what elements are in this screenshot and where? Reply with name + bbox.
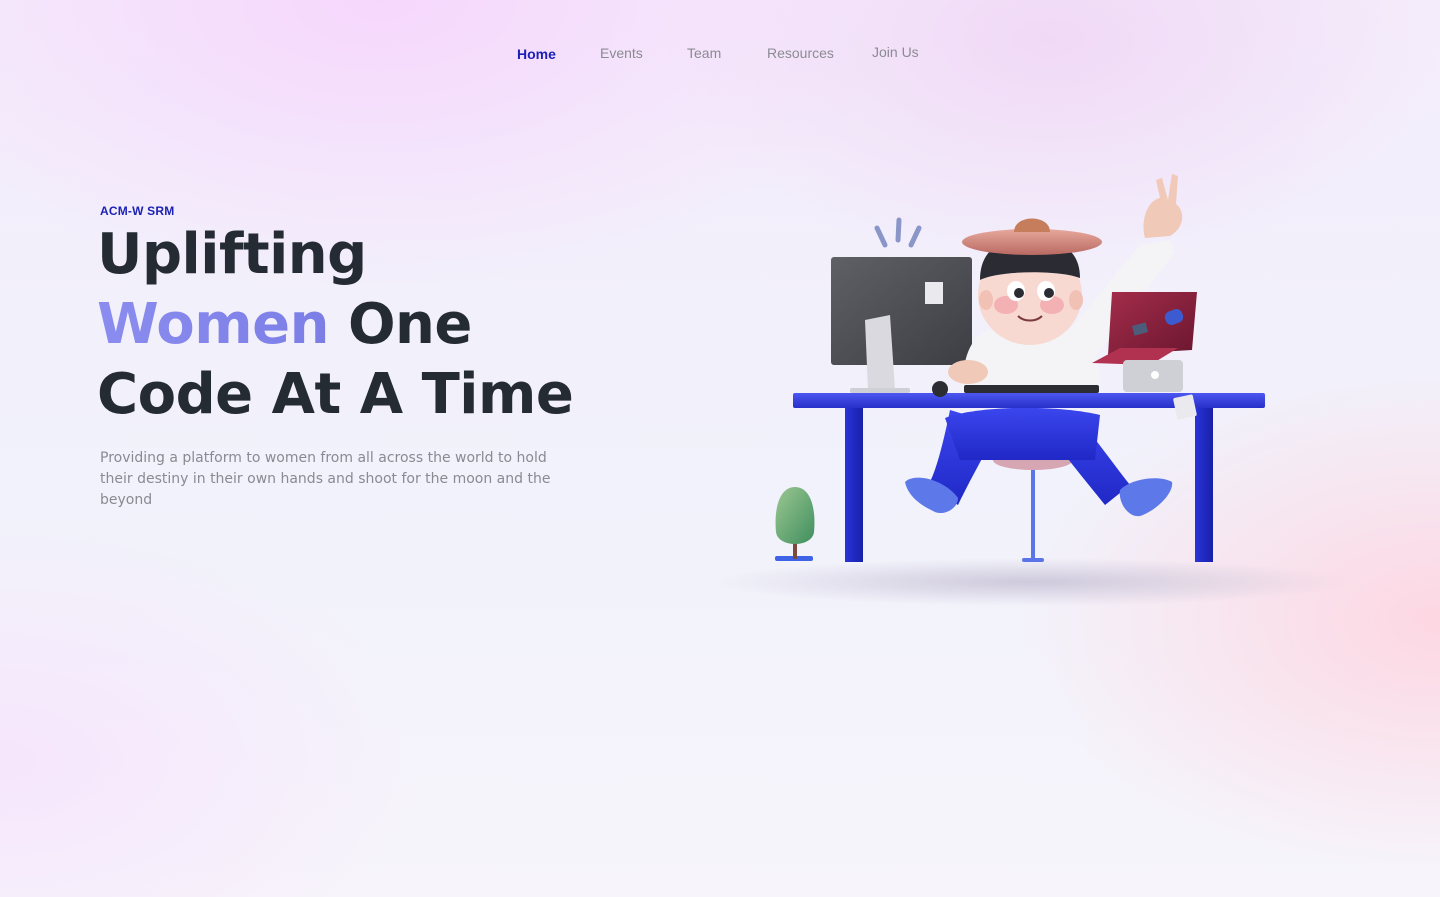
hero-headline: Uplifting Women One Code At A Time bbox=[97, 220, 574, 430]
sparkle-lines bbox=[874, 217, 922, 248]
person-at-desk-illustration bbox=[710, 174, 1350, 606]
nav-join-us[interactable]: Join Us bbox=[872, 40, 919, 64]
hero-subtext: Providing a platform to women from all a… bbox=[100, 450, 551, 508]
nav-events[interactable]: Events bbox=[600, 41, 643, 65]
chair-graphic bbox=[993, 450, 1073, 562]
hero-eyebrow: ACM-W SRM bbox=[100, 204, 175, 218]
nav-team[interactable]: Team bbox=[687, 41, 721, 65]
headline-line-1: Uplifting bbox=[97, 222, 367, 287]
headline-line-2-rest: One bbox=[347, 292, 472, 357]
headline-accent-word: Women bbox=[97, 292, 329, 357]
hat-graphic bbox=[962, 218, 1102, 255]
headline-line-3: Code At A Time bbox=[97, 362, 574, 427]
nav-resources[interactable]: Resources bbox=[767, 41, 834, 65]
plant-graphic bbox=[775, 487, 815, 561]
nav-home[interactable]: Home bbox=[517, 42, 556, 66]
